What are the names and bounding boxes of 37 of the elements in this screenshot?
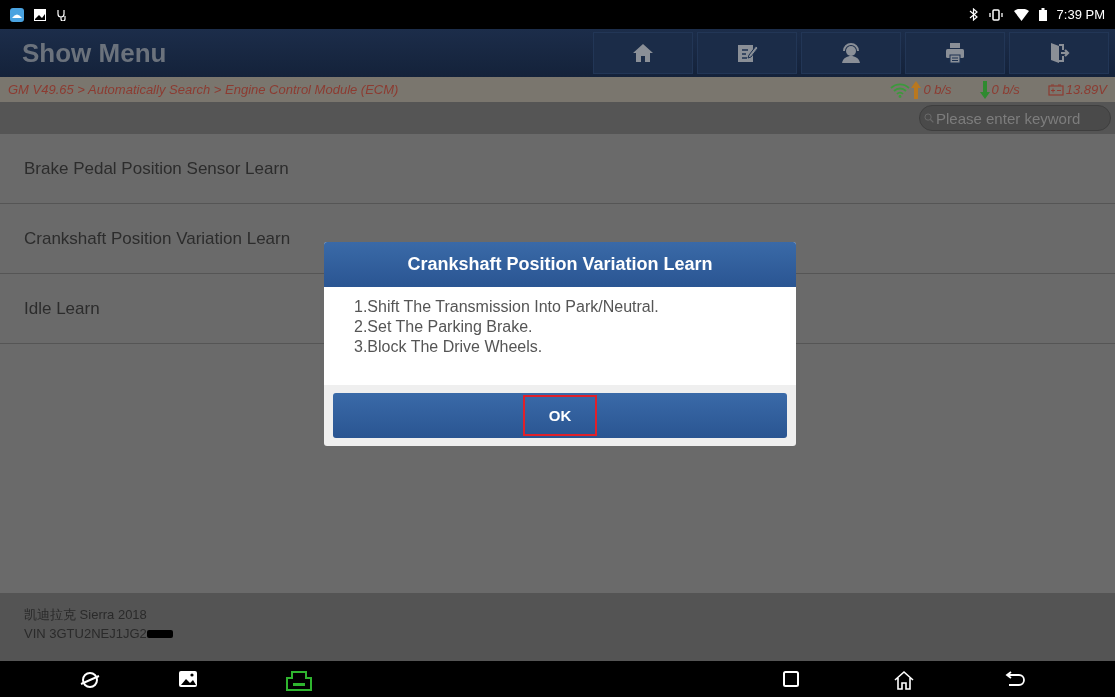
screen-title: Show Menu [21, 37, 168, 69]
home-button[interactable] [593, 32, 693, 74]
upload-rate: 0 b/s [923, 82, 952, 97]
breadcrumb: GM V49.65 > Automatically Search > Engine Control Module (ECM) [8, 82, 400, 97]
vibrate-icon [987, 8, 1004, 21]
dialog-title: Crankshaft Position Variation Learn [324, 242, 796, 287]
home-icon[interactable] [893, 670, 915, 690]
app-icon [10, 7, 24, 22]
edit-button[interactable] [697, 32, 797, 74]
battery-icon [1047, 83, 1064, 96]
stethoscope-icon [56, 8, 68, 21]
exit-button[interactable] [1009, 32, 1109, 74]
clock: 7:39 PM [1056, 7, 1105, 22]
image-icon [34, 8, 46, 21]
instruction-line: 2.Set The Parking Brake. [354, 317, 534, 337]
support-icon [839, 41, 863, 65]
upload-arrow-icon [911, 80, 922, 99]
vci-connector-icon[interactable] [284, 670, 314, 692]
wifi-icon [1013, 8, 1029, 21]
battery-icon [1038, 8, 1047, 21]
home-icon [631, 41, 655, 65]
back-icon[interactable] [1005, 670, 1027, 688]
support-button[interactable] [801, 32, 901, 74]
instruction-line: 1.Shift The Transmission Into Park/Neutral. [354, 297, 660, 317]
print-icon [943, 41, 967, 65]
wifi-icon [889, 81, 912, 98]
recent-apps-icon[interactable] [782, 670, 800, 688]
instruction-line: 3.Block The Drive Wheels. [354, 337, 544, 357]
print-button[interactable] [905, 32, 1005, 74]
ok-button[interactable]: OK [333, 393, 787, 438]
download-rate: 0 b/s [991, 82, 1020, 97]
browser-icon[interactable] [80, 670, 100, 690]
redaction-mark [146, 629, 173, 638]
voltage-reading: 13.89V [1065, 82, 1107, 97]
bluetooth-icon [968, 8, 978, 21]
download-arrow-icon [979, 80, 990, 99]
gallery-icon[interactable] [178, 670, 198, 688]
